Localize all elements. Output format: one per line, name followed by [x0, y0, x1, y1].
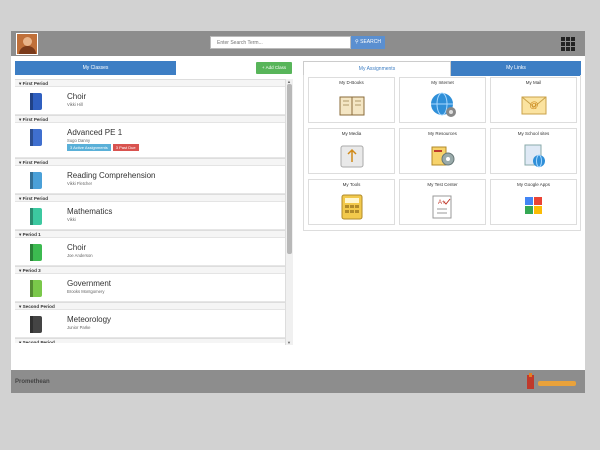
period-header[interactable]: ▾ First Period [15, 158, 285, 166]
scrollbar-thumb[interactable] [287, 84, 292, 254]
class-row[interactable]: Choir Vikki Hill [15, 87, 285, 115]
period-header[interactable]: ▾ First Period [15, 115, 285, 123]
class-name[interactable]: Reading Comprehension [67, 171, 156, 180]
period-header[interactable]: ▾ Second Period [15, 302, 285, 310]
class-name[interactable]: Government [67, 279, 111, 288]
class-row[interactable]: Reading Comprehension Vikki Fletcher [15, 166, 285, 194]
class-row[interactable]: Advanced PE 1 Sugo Danny 3 Active Assignme… [15, 123, 285, 158]
class-book-icon [30, 93, 42, 110]
top-bar: ⚲ SEARCH [11, 31, 585, 56]
link-tile[interactable]: My Media [308, 128, 395, 174]
tab-my-classes[interactable]: My Classes [15, 61, 176, 75]
period-header[interactable]: ▾ Second Period [15, 338, 285, 343]
class-name[interactable]: Meteorology [67, 315, 111, 324]
class-book-icon [30, 208, 42, 225]
apps-grid-icon[interactable] [561, 37, 575, 51]
teacher-name: Junior Parke [67, 325, 91, 330]
app-window: ⚲ SEARCH My Classes + Add Class ▾ First … [11, 31, 585, 393]
class-name[interactable]: Mathematics [67, 207, 112, 216]
usb-drive-icon [340, 145, 364, 168]
add-class-button[interactable]: + Add Class [256, 62, 292, 74]
teacher-name: Vikki Hill [67, 102, 83, 107]
teacher-name: Vikki [67, 217, 76, 222]
class-book-icon [30, 280, 42, 297]
class-list: ▾ First Period Choir Vikki Hill ▾ First Per… [15, 79, 285, 343]
class-row[interactable]: Meteorology Junior Parke [15, 310, 285, 338]
class-book-icon [30, 316, 42, 333]
class-name[interactable]: Choir [67, 92, 86, 101]
google-apps-icon [525, 197, 542, 214]
search-input[interactable] [210, 36, 351, 49]
search-button-label: SEARCH [360, 39, 381, 45]
tile-label: My Media [341, 131, 362, 136]
link-tile[interactable]: My Google Apps [490, 179, 577, 225]
school-logo-icon [527, 373, 576, 389]
period-header[interactable]: ▾ First Period [15, 79, 285, 87]
class-row[interactable]: Mathematics Vikki [15, 202, 285, 230]
test-center-icon: A+ [432, 195, 452, 219]
search-button[interactable]: ⚲ SEARCH [351, 36, 385, 49]
class-book-icon [30, 244, 42, 261]
search-icon: ⚲ [355, 39, 359, 45]
period-header[interactable]: ▾ Period 1 [15, 230, 285, 238]
tile-label: My Resources [428, 131, 457, 136]
avatar[interactable] [16, 33, 38, 55]
link-tile[interactable]: My School sites [490, 128, 577, 174]
teacher-name: Brooks Montgomery [67, 289, 105, 294]
class-row[interactable]: Choir Joe Anderson [15, 238, 285, 266]
class-book-icon [30, 172, 42, 189]
add-class-label: Add Class [265, 65, 287, 70]
tile-label: My Tools [342, 182, 361, 187]
link-tile[interactable]: My Tools [308, 179, 395, 225]
tile-label: My Google Apps [516, 182, 551, 187]
svg-text:@: @ [529, 100, 538, 110]
scroll-down-icon[interactable]: ▼ [287, 340, 291, 345]
teacher-name: Joe Anderson [67, 253, 93, 258]
class-list-scrollbar[interactable]: ▲ ▼ [285, 79, 293, 345]
link-tile[interactable]: My Test Center A+ [399, 179, 486, 225]
calculator-icon [341, 194, 363, 220]
class-book-icon [30, 129, 42, 146]
footer-brand: Promethean [15, 379, 50, 385]
tile-label: My Test Center [427, 182, 458, 187]
globe-icon [431, 92, 456, 117]
teacher-name: Vikki Fletcher [67, 181, 93, 186]
period-header[interactable]: ▾ Period 3 [15, 266, 285, 274]
link-tile[interactable]: My Resources [399, 128, 486, 174]
past-due-badge[interactable]: 3 Past Due [112, 144, 139, 151]
mail-icon: @ [521, 96, 547, 115]
teacher-name: Sugo Danny [67, 138, 91, 143]
class-name[interactable]: Advanced PE 1 [67, 128, 122, 137]
book-icon [339, 96, 365, 116]
tab-my-links[interactable]: My Links [451, 61, 581, 76]
school-sites-icon [524, 144, 545, 168]
tile-label: My School sites [517, 131, 550, 136]
tile-label: My Mail [525, 80, 542, 85]
link-tile[interactable]: My Mail @ [490, 77, 577, 123]
footer-bar: Promethean [11, 370, 585, 393]
tab-my-assignments[interactable]: My Assignments [303, 61, 451, 76]
tile-label: My Internet [431, 80, 454, 85]
links-tile-panel: My D-Books My Internet My Mail @ My Media My … [303, 75, 581, 231]
plus-icon: + [261, 65, 265, 70]
period-header[interactable]: ▾ First Period [15, 194, 285, 202]
active-assignments-badge[interactable]: 3 Active Assignments [67, 144, 111, 151]
link-tile[interactable]: My Internet [399, 77, 486, 123]
tile-label: My D-Books [339, 80, 364, 85]
class-name[interactable]: Choir [67, 243, 86, 252]
class-row[interactable]: Government Brooks Montgomery [15, 274, 285, 302]
link-tile[interactable]: My D-Books [308, 77, 395, 123]
resources-icon [431, 146, 455, 166]
